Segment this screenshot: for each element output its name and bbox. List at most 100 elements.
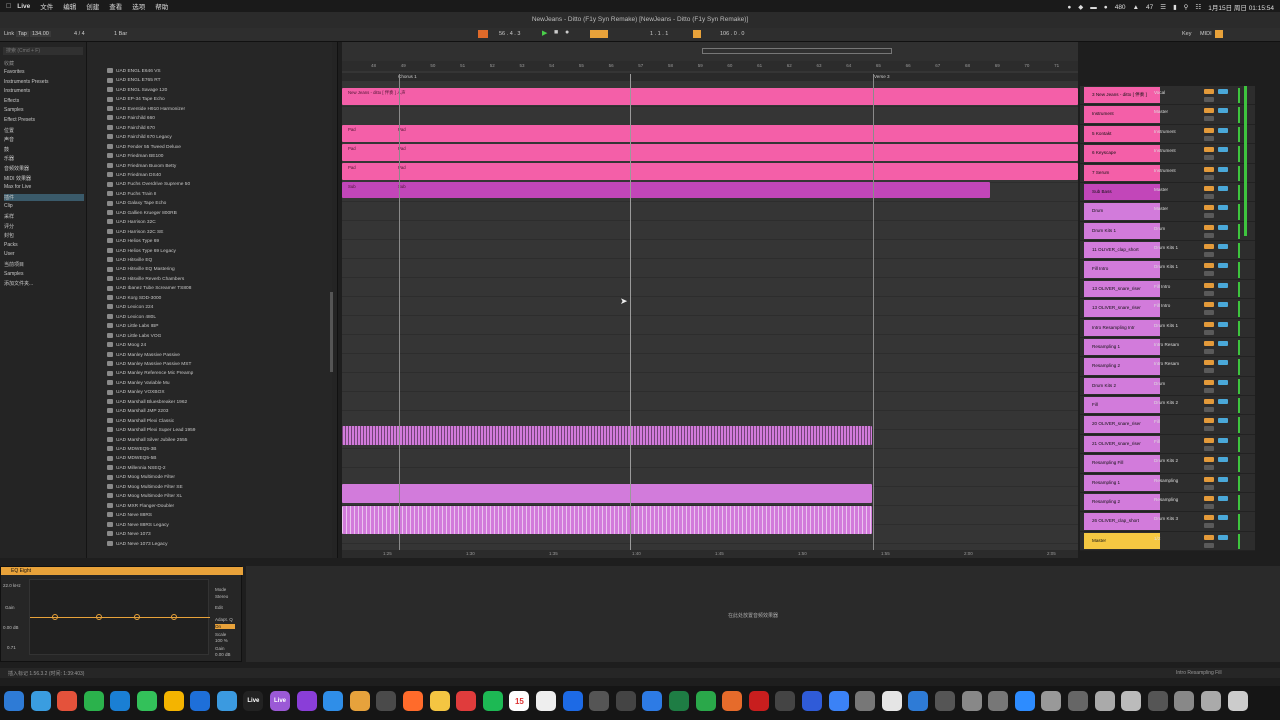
dock-app-icon[interactable] <box>323 691 344 711</box>
dock-app-icon[interactable] <box>695 691 716 711</box>
dock-app-icon[interactable] <box>1227 691 1248 711</box>
browser-category[interactable]: 采样 <box>4 213 14 220</box>
track-output-routing[interactable]: Drum Kits 1 <box>1154 264 1190 269</box>
dock-app-icon[interactable] <box>83 691 104 711</box>
track-activator-button[interactable] <box>1204 127 1214 133</box>
track-header[interactable]: ▸Sub BassMaster <box>1080 183 1255 203</box>
track-header[interactable]: ▸Drum Kits 1Drum <box>1080 222 1255 241</box>
track-volume-field[interactable] <box>1204 135 1214 141</box>
track-activator-button[interactable] <box>1204 302 1214 308</box>
browser-file-row[interactable]: UAD MDWEQ5-5B <box>107 454 157 463</box>
track-lane[interactable] <box>342 107 1078 126</box>
browser-file-row[interactable]: UAD Fairchild 670 <box>107 124 155 133</box>
browser-file-row[interactable]: UAD Moog Multimode Filter XL <box>107 492 182 501</box>
track-name[interactable]: ▸13 OLIVER_snare_riser <box>1084 280 1160 298</box>
track-header[interactable]: ▸21 OLIVER_snare_riserFill <box>1080 435 1255 455</box>
dock-live-icon[interactable]: Live <box>243 691 264 711</box>
track-activator-button[interactable] <box>1204 108 1214 114</box>
browser-category[interactable]: 位置 <box>4 127 14 134</box>
track-lane[interactable] <box>342 278 1078 297</box>
track-solo-button[interactable] <box>1218 302 1228 308</box>
track-solo-button[interactable] <box>1218 437 1228 443</box>
track-activator-button[interactable] <box>1204 379 1214 385</box>
browser-file-row[interactable]: UAD Galaxy Tape Echo <box>107 199 166 208</box>
browser-file-row[interactable]: UAD Helios Type 69 <box>107 237 159 246</box>
track-lane[interactable] <box>342 221 1078 240</box>
control-center-icon[interactable]: ☷ <box>1195 3 1201 11</box>
dock-app-icon[interactable] <box>456 691 477 711</box>
track-name[interactable]: ▸11 OLIVER_clap_short <box>1084 242 1160 259</box>
browser-file-row[interactable]: UAD Neve 88RS Legacy <box>107 521 169 530</box>
track-solo-button[interactable] <box>1218 534 1228 540</box>
status-icon[interactable]: ● <box>1104 4 1108 11</box>
dock-app-icon[interactable] <box>908 691 929 711</box>
track-activator-button[interactable] <box>1204 205 1214 211</box>
track-name[interactable]: ▸Resampling 1 <box>1084 338 1160 356</box>
track-solo-button[interactable] <box>1218 166 1228 172</box>
browser-category[interactable]: User <box>4 251 15 257</box>
track-solo-button[interactable] <box>1218 360 1228 366</box>
browser-category[interactable]: 评分 <box>4 223 14 230</box>
track-volume-field[interactable] <box>1204 426 1214 432</box>
track-volume-field[interactable] <box>1204 290 1214 296</box>
track-activator-button[interactable] <box>1204 263 1214 269</box>
eq-band-handle[interactable] <box>134 614 140 620</box>
browser-file-row[interactable]: UAD Harrison 32C SE <box>107 228 163 237</box>
track-solo-button[interactable] <box>1218 185 1228 191</box>
device-drop-area[interactable]: 在此处放置音频效果器 <box>246 566 1280 662</box>
track-name[interactable]: ▸Drum Kits 1 <box>1084 222 1160 239</box>
track-volume-field[interactable] <box>1204 271 1214 277</box>
track-name[interactable]: ▸Intro Resampling Intr <box>1084 319 1160 336</box>
dock-app-icon[interactable] <box>403 691 423 711</box>
track-header[interactable]: ▸13 OLIVER_snare_riserFill Intro <box>1080 299 1255 319</box>
track-solo-button[interactable] <box>1218 127 1228 133</box>
browser-file-row[interactable]: UAD Fuchs Overdrive Supreme 50 <box>107 180 190 189</box>
menu-view[interactable]: 查看 <box>109 1 122 11</box>
track-header[interactable]: ▸6 KeyscapeInstrument <box>1080 144 1255 164</box>
track-output-routing[interactable]: Drum Kits 2 <box>1154 458 1190 463</box>
track-solo-button[interactable] <box>1218 108 1228 114</box>
track-output-routing[interactable]: Drum Kits 1 <box>1154 245 1190 250</box>
track-header[interactable]: ▸FillDrum Kits 2 <box>1080 396 1255 416</box>
track-volume-field[interactable] <box>1204 252 1214 257</box>
menu-options[interactable]: 选项 <box>132 1 145 11</box>
track-solo-button[interactable] <box>1218 282 1228 288</box>
browser-file-row[interactable]: UAD Manley VOXBOX <box>107 388 165 397</box>
dock-app-icon[interactable] <box>57 691 78 711</box>
eq-display[interactable] <box>29 579 210 655</box>
track-activator-button[interactable] <box>1204 185 1214 191</box>
dock-app-icon[interactable] <box>1121 691 1142 711</box>
status-icon[interactable]: ▬ <box>1090 4 1097 11</box>
browser-file-row[interactable]: UAD Friedman Buxom Betty <box>107 162 176 171</box>
menu-edit[interactable]: 编辑 <box>63 1 76 11</box>
track-header[interactable]: ▸11 OLIVER_clap_shortDrum Kits 1 <box>1080 241 1255 261</box>
track-volume-field[interactable] <box>1204 348 1214 354</box>
track-name[interactable]: ▸20 OLIVER_snare_riser <box>1084 416 1160 433</box>
browser-file-row[interactable]: UAD Korg SDD-3000 <box>107 294 161 303</box>
track-activator-button[interactable] <box>1204 321 1214 327</box>
track-volume-field[interactable] <box>1204 484 1214 490</box>
search-icon[interactable]: ⚲ <box>1184 3 1189 11</box>
dock-app-icon[interactable] <box>4 691 24 711</box>
status-icon[interactable]: ▲ <box>1133 4 1139 11</box>
browser-category[interactable]: 音频效果器 <box>4 165 29 172</box>
arrangement-clip[interactable]: Pad Pad <box>342 125 1078 142</box>
browser-file-row[interactable]: UAD Fender 55 Tweed Deluxe <box>107 143 181 152</box>
track-solo-button[interactable] <box>1218 205 1228 211</box>
track-volume-field[interactable] <box>1204 465 1214 471</box>
browser-category[interactable]: 当前项目 <box>4 261 24 268</box>
track-lane[interactable] <box>342 259 1078 278</box>
dock-app-icon[interactable] <box>1201 691 1221 711</box>
browser-file-row[interactable]: UAD Hitsville Reverb Chambers <box>107 275 184 284</box>
track-volume-field[interactable] <box>1204 116 1214 122</box>
browser-file-row[interactable]: UAD Hitsville EQ Mastering <box>107 265 175 274</box>
dock-app-icon[interactable] <box>1041 691 1062 711</box>
dock-app-icon[interactable] <box>30 691 51 711</box>
track-solo-button[interactable] <box>1218 379 1228 385</box>
browser-file-row[interactable]: UAD ENGL E646 VS <box>107 67 161 76</box>
track-activator-button[interactable] <box>1204 360 1214 366</box>
status-icon[interactable]: ● <box>1067 4 1071 11</box>
track-name[interactable]: ▸26 OLIVER_clap_short <box>1084 513 1160 530</box>
track-output-routing[interactable]: Drum <box>1154 226 1190 231</box>
track-activator-button[interactable] <box>1204 418 1214 424</box>
